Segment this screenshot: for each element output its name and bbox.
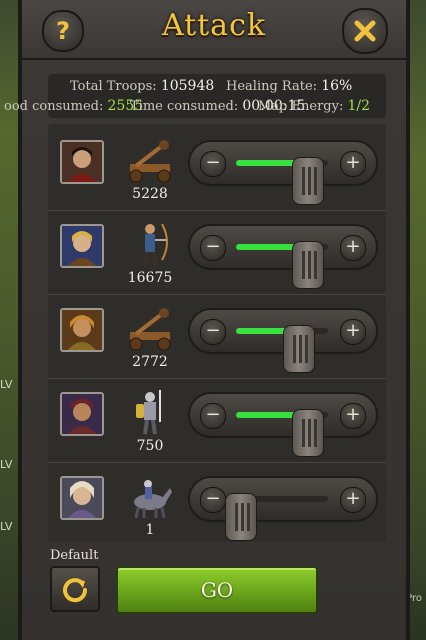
slider-handle[interactable] — [291, 409, 324, 457]
slider-track[interactable] — [236, 241, 328, 289]
increase-button[interactable]: + — [340, 487, 366, 513]
troop-row: 16675 − + — [48, 210, 386, 295]
hero-portrait[interactable] — [60, 224, 104, 268]
troop-count: 2772 — [132, 354, 168, 370]
healing-rate-value: 16% — [321, 78, 353, 94]
map-energy: Map Energy: 1/2 — [258, 98, 370, 114]
slider-handle[interactable] — [224, 493, 257, 541]
bg-level-label: LV — [0, 520, 13, 533]
healing-rate: Healing Rate: 16% — [226, 78, 352, 94]
total-troops-label: Total Troops: — [70, 79, 157, 94]
slider-track[interactable] — [236, 409, 328, 457]
decrease-button[interactable]: − — [200, 487, 226, 513]
food-consumed: ood consumed: 2555 — [4, 98, 143, 114]
close-icon — [354, 20, 376, 42]
go-label: GO — [200, 578, 234, 602]
bg-level-label: LV — [0, 378, 13, 391]
troop-slider[interactable]: − + — [188, 308, 378, 373]
hero-portrait[interactable] — [60, 476, 104, 520]
increase-button[interactable]: + — [340, 235, 366, 261]
troop-count: 1 — [145, 522, 155, 538]
troop-slider[interactable]: − + — [188, 224, 378, 289]
slider-handle[interactable] — [282, 325, 315, 373]
slider-handle[interactable] — [291, 157, 324, 205]
troop-count: 750 — [136, 438, 164, 454]
increase-button[interactable]: + — [340, 151, 366, 177]
increase-button[interactable]: + — [340, 403, 366, 429]
troop-slider[interactable]: − + — [188, 140, 378, 205]
hero-avatar-icon — [62, 478, 102, 518]
hero-portrait[interactable] — [60, 140, 104, 184]
troop-slider[interactable]: − + — [188, 392, 378, 457]
slider-handle[interactable] — [291, 241, 324, 289]
hero-portrait[interactable] — [60, 308, 104, 352]
troop-row: 1 − + — [48, 462, 386, 546]
troop-row: 2772 − + — [48, 294, 386, 379]
map-energy-label: Map Energy: — [258, 99, 344, 114]
close-button[interactable] — [342, 8, 388, 54]
bg-level-label: LV — [0, 458, 13, 471]
slider-track[interactable] — [236, 157, 328, 205]
knight-icon — [122, 388, 178, 438]
hero-avatar-icon — [62, 310, 102, 350]
increase-button[interactable]: + — [340, 319, 366, 345]
decrease-button[interactable]: − — [200, 319, 226, 345]
troop-row: 5228 − + — [48, 126, 386, 211]
hero-avatar-icon — [62, 226, 102, 266]
attack-dialog: ? Attack Total Troops: 105948 Healing Ra… — [4, 0, 410, 640]
decrease-button[interactable]: − — [200, 151, 226, 177]
map-energy-value: 1/2 — [347, 98, 371, 114]
go-button[interactable]: GO — [116, 566, 318, 614]
troop-row: 750 − + — [48, 378, 386, 463]
total-troops-value: 105948 — [160, 78, 215, 94]
troop-count: 16675 — [127, 270, 173, 286]
hero-portrait[interactable] — [60, 392, 104, 436]
hero-avatar-icon — [62, 142, 102, 182]
food-consumed-label: ood consumed: — [4, 99, 104, 114]
troop-count: 5228 — [132, 186, 168, 202]
decrease-button[interactable]: − — [200, 235, 226, 261]
time-consumed-label: Time consumed: — [130, 99, 239, 114]
decrease-button[interactable]: − — [200, 403, 226, 429]
troop-list: 5228 − + 16675 − + 2772 − + 750 − + 1 − … — [48, 124, 386, 542]
default-label: Default — [50, 548, 99, 563]
stats-panel: Total Troops: 105948 Healing Rate: 16% o… — [4, 74, 386, 118]
slider-track[interactable] — [224, 493, 328, 541]
reset-icon — [63, 578, 88, 603]
total-troops: Total Troops: 105948 — [70, 78, 214, 94]
default-button[interactable] — [50, 566, 100, 612]
catapult-icon — [122, 304, 178, 354]
catapult-icon — [122, 136, 178, 186]
troop-slider[interactable]: − + — [188, 476, 378, 541]
cavalry-icon — [122, 472, 178, 522]
healing-rate-label: Healing Rate: — [226, 79, 318, 94]
hero-avatar-icon — [62, 394, 102, 434]
archer-icon — [122, 220, 178, 270]
title-bar: ? Attack — [22, 0, 406, 60]
slider-track[interactable] — [236, 325, 328, 373]
